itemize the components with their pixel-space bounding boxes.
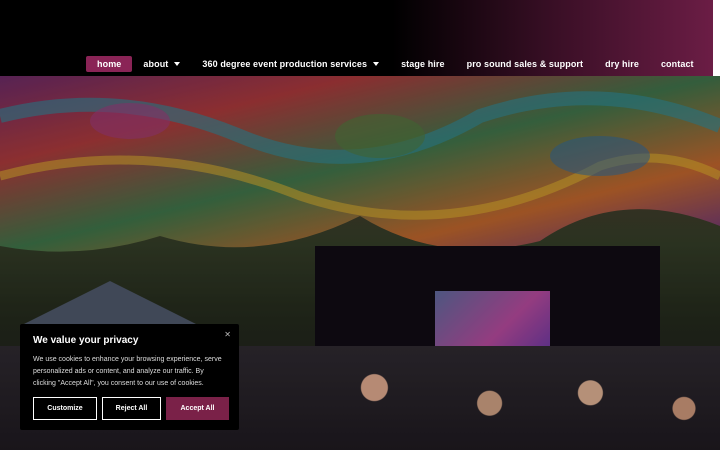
nav-stage-hire[interactable]: stage hire [390, 56, 456, 72]
reject-all-button[interactable]: Reject All [102, 397, 161, 420]
cookie-consent-banner: ✕ We value your privacy We use cookies t… [20, 324, 239, 430]
cookie-actions: Customize Reject All Accept All [33, 397, 229, 420]
accept-all-button[interactable]: Accept All [166, 397, 229, 420]
nav-dry-hire[interactable]: dry hire [594, 56, 650, 72]
nav-pro-sound-label: pro sound sales & support [466, 59, 584, 69]
main-nav: home about 360 degree event production s… [86, 56, 705, 72]
nav-stage-hire-label: stage hire [401, 59, 445, 69]
nav-home-label: home [97, 59, 122, 69]
nav-event-production[interactable]: 360 degree event production services [191, 56, 390, 72]
nav-home[interactable]: home [86, 56, 133, 72]
customize-button[interactable]: Customize [33, 397, 97, 420]
nav-dry-hire-label: dry hire [605, 59, 639, 69]
nav-about[interactable]: about [132, 56, 191, 72]
nav-event-production-label: 360 degree event production services [202, 59, 368, 69]
cookie-title: We value your privacy [33, 335, 139, 346]
nav-contact-label: contact [660, 59, 694, 69]
chevron-down-icon [373, 62, 380, 66]
close-icon[interactable]: ✕ [224, 330, 231, 339]
scrollbar-track[interactable] [713, 0, 720, 76]
nav-contact[interactable]: contact [650, 56, 705, 72]
nav-about-label: about [143, 59, 169, 69]
site-header: home about 360 degree event production s… [0, 0, 713, 76]
cookie-description: We use cookies to enhance your browsing … [33, 356, 222, 387]
chevron-down-icon [174, 62, 181, 66]
nav-pro-sound[interactable]: pro sound sales & support [456, 56, 595, 72]
